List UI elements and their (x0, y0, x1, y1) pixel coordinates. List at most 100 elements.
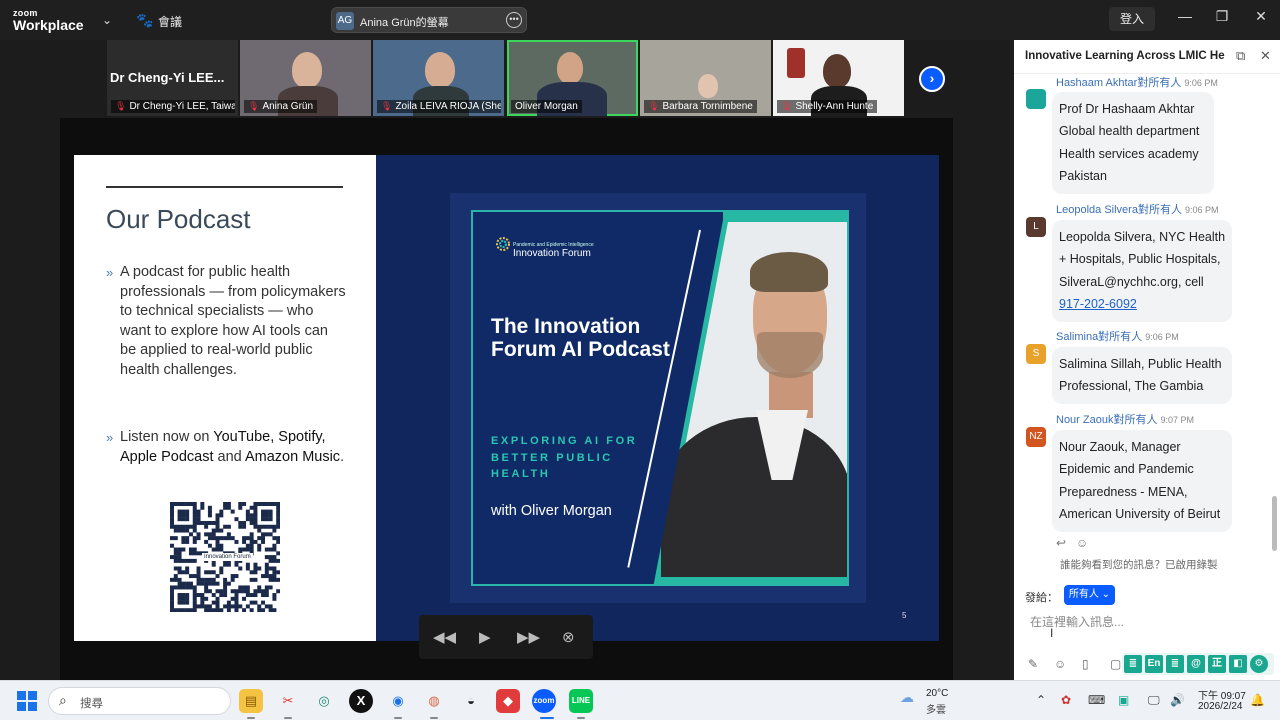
edge-browser-icon[interactable]: ◉ (386, 689, 410, 713)
chat-panel: Innovative Learning Across LMIC Hea... ⧉… (1014, 40, 1280, 680)
line-app-icon[interactable]: LINE (569, 689, 593, 713)
participant-name: 🎙 Anina Grün (244, 100, 318, 113)
clock-date[interactable]: 2026/2/24 (1198, 701, 1243, 712)
poster-title: The Innovation Forum AI Podcast (491, 315, 670, 361)
popout-icon[interactable]: ⧉ (1236, 48, 1245, 64)
ime-english-icon[interactable]: En (1145, 655, 1163, 673)
weather-temperature[interactable]: 20°C (926, 688, 948, 699)
copilot-icon[interactable]: ◎ (312, 689, 336, 713)
tray-keyboard-icon[interactable]: ⌨ (1088, 693, 1105, 707)
poster-brand: Innovation Forum (513, 248, 591, 259)
video-face (557, 52, 583, 84)
video-face (698, 74, 718, 98)
avatar[interactable]: S (1026, 344, 1046, 364)
chat-message: Leopolda Silvera, NYC Health + Hospitals… (1052, 220, 1232, 322)
participant-name: 🎙 Barbara Tornimbene (644, 100, 757, 113)
x-app-icon[interactable]: X (349, 689, 373, 713)
chrome-browser-icon[interactable]: ◍ (422, 689, 446, 713)
avatar[interactable]: NZ (1026, 427, 1046, 447)
cloudy-weather-icon[interactable]: ☁ (900, 689, 914, 706)
screenshot-icon[interactable]: ▢ (1110, 657, 1121, 671)
video-face (292, 52, 322, 88)
chat-title: Innovative Learning Across LMIC Hea... (1025, 50, 1225, 62)
minimize-icon[interactable]: — (1173, 8, 1197, 24)
running-indicator (284, 717, 292, 719)
running-indicator (394, 717, 402, 719)
ime-notes-icon[interactable]: ≣ (1124, 655, 1142, 673)
file-icon[interactable]: ▯ (1082, 657, 1089, 671)
send-to-label: 發給： (1025, 592, 1058, 604)
meeting-menu-label[interactable]: 會議 (158, 13, 182, 30)
close-chat-icon[interactable]: ✕ (1260, 48, 1271, 64)
host-photo (750, 252, 828, 292)
more-icon[interactable]: ••• (506, 12, 522, 28)
mic-muted-icon: 🎙 (115, 101, 127, 111)
tray-app-icon[interactable]: ✿ (1061, 693, 1071, 707)
message-sender: Salimina對所有人 9:06 PM (1056, 331, 1179, 343)
clock-time[interactable]: 下午 09:07 (1198, 687, 1246, 702)
podcast-poster: Pandemic and Epidemic Intelligence Innov… (471, 210, 849, 586)
paw-icon[interactable]: 🐾 (136, 12, 153, 29)
volume-icon[interactable]: 🔊 (1170, 693, 1185, 707)
send-to-dropdown[interactable]: 所有人 ⌄ (1064, 585, 1115, 605)
slide-bullet: » A podcast for public health professiona… (106, 264, 346, 378)
host-photo (661, 417, 847, 577)
tray-expand-icon[interactable]: ⌃ (1036, 693, 1046, 707)
participant-tile[interactable]: 🎙 Zoila LEIVA RIOJA (She... (373, 40, 504, 116)
active-indicator (540, 717, 554, 719)
chat-input[interactable] (1028, 611, 1268, 633)
file-explorer-icon[interactable]: ▤ (239, 689, 263, 713)
slide-bullet: » Listen now on YouTube, Spotify, Apple P… (106, 429, 345, 465)
network-icon[interactable]: 🖵 (1148, 693, 1160, 708)
snipping-tool-icon[interactable]: ✂ (276, 689, 300, 713)
rewind-icon[interactable]: ◀◀ (433, 628, 456, 646)
reply-icon[interactable]: ↩ (1056, 536, 1066, 550)
screen-share-indicator[interactable]: AG Anina Grün的螢幕 ••• (331, 7, 527, 33)
participant-name: 🎙 Dr Cheng-Yi LEE, Taiwa... (111, 100, 235, 113)
weather-description[interactable]: 多雲 (926, 701, 946, 716)
windows-start-icon[interactable] (17, 691, 37, 711)
ime-settings-icon[interactable]: ⚙ (1250, 655, 1268, 673)
avatar[interactable]: L (1026, 217, 1046, 237)
taskbar: ⌕ 搜尋 ▤ ✂ ◎ X ◉ ◍ ◒ ◆ zoom LINE ☁ 20°C 多雲… (0, 680, 1280, 720)
participant-tile[interactable]: 🎙 Anina Grün (240, 40, 371, 116)
participant-tile-active-speaker[interactable]: Oliver Morgan (507, 40, 638, 116)
ime-toolbar[interactable]: ≣ En ≣ @ 正 ◧ ⚙ (1122, 653, 1274, 675)
ime-panel-icon[interactable]: ◧ (1229, 655, 1247, 673)
format-icon[interactable]: ✎ (1028, 657, 1038, 671)
zoom-app-icon[interactable]: zoom (532, 689, 556, 713)
slide-text-panel: Our Podcast » A podcast for public health… (74, 155, 376, 641)
who-can-see-notice[interactable]: 誰能夠看到您的訊息？已啟用錄製 (1060, 557, 1218, 572)
close-icon[interactable]: ✕ (1249, 8, 1273, 25)
participant-tile[interactable]: 🎙 Shelly-Ann Hunte (773, 40, 904, 116)
close-media-icon[interactable]: ⊗ (562, 628, 575, 646)
gallery-next-arrow-icon[interactable]: › (919, 66, 945, 92)
chevron-down-icon[interactable]: ⌄ (102, 13, 112, 27)
mic-muted-icon: 🎙 (248, 101, 260, 111)
phone-link[interactable]: 917-202-6092 (1059, 293, 1225, 315)
host-photo (757, 332, 823, 378)
ime-at-icon[interactable]: @ (1187, 655, 1205, 673)
fast-forward-icon[interactable]: ▶▶ (517, 628, 540, 646)
chat-scrollbar[interactable] (1272, 496, 1277, 551)
message-sender: Hashaam Akhtar對所有人 9:06 PM (1056, 77, 1218, 89)
participant-tile[interactable]: 🎙 Barbara Tornimbene (640, 40, 771, 116)
search-placeholder: 搜尋 (80, 698, 103, 710)
participant-tile[interactable]: Dr Cheng-Yi LEE... 🎙 Dr Cheng-Yi LEE, Tai… (107, 40, 238, 116)
chat-header: Innovative Learning Across LMIC Hea... ⧉… (1014, 40, 1280, 74)
avatar[interactable] (1026, 89, 1046, 109)
ime-zheng-icon[interactable]: 正 (1208, 655, 1226, 673)
slide-image-panel: Pandemic and Epidemic Intelligence Innov… (376, 155, 939, 641)
ime-list-icon[interactable]: ≣ (1166, 655, 1184, 673)
text-cursor-icon: I (1050, 626, 1054, 640)
sign-in-button[interactable]: 登入 (1109, 7, 1155, 31)
emoji-react-icon[interactable]: ☺ (1076, 536, 1088, 550)
notification-bell-icon[interactable]: 🔔 (1250, 693, 1265, 707)
emoji-icon[interactable]: ☺ (1054, 657, 1066, 671)
restore-icon[interactable]: ❐ (1210, 8, 1234, 25)
play-icon[interactable]: ▶ (479, 628, 491, 646)
ime-indicator-icon[interactable]: ▣ (1118, 693, 1129, 707)
app-icon[interactable]: ◒ (459, 689, 483, 713)
taskbar-search[interactable]: ⌕ 搜尋 (48, 687, 231, 715)
anydesk-icon[interactable]: ◆ (496, 689, 520, 713)
